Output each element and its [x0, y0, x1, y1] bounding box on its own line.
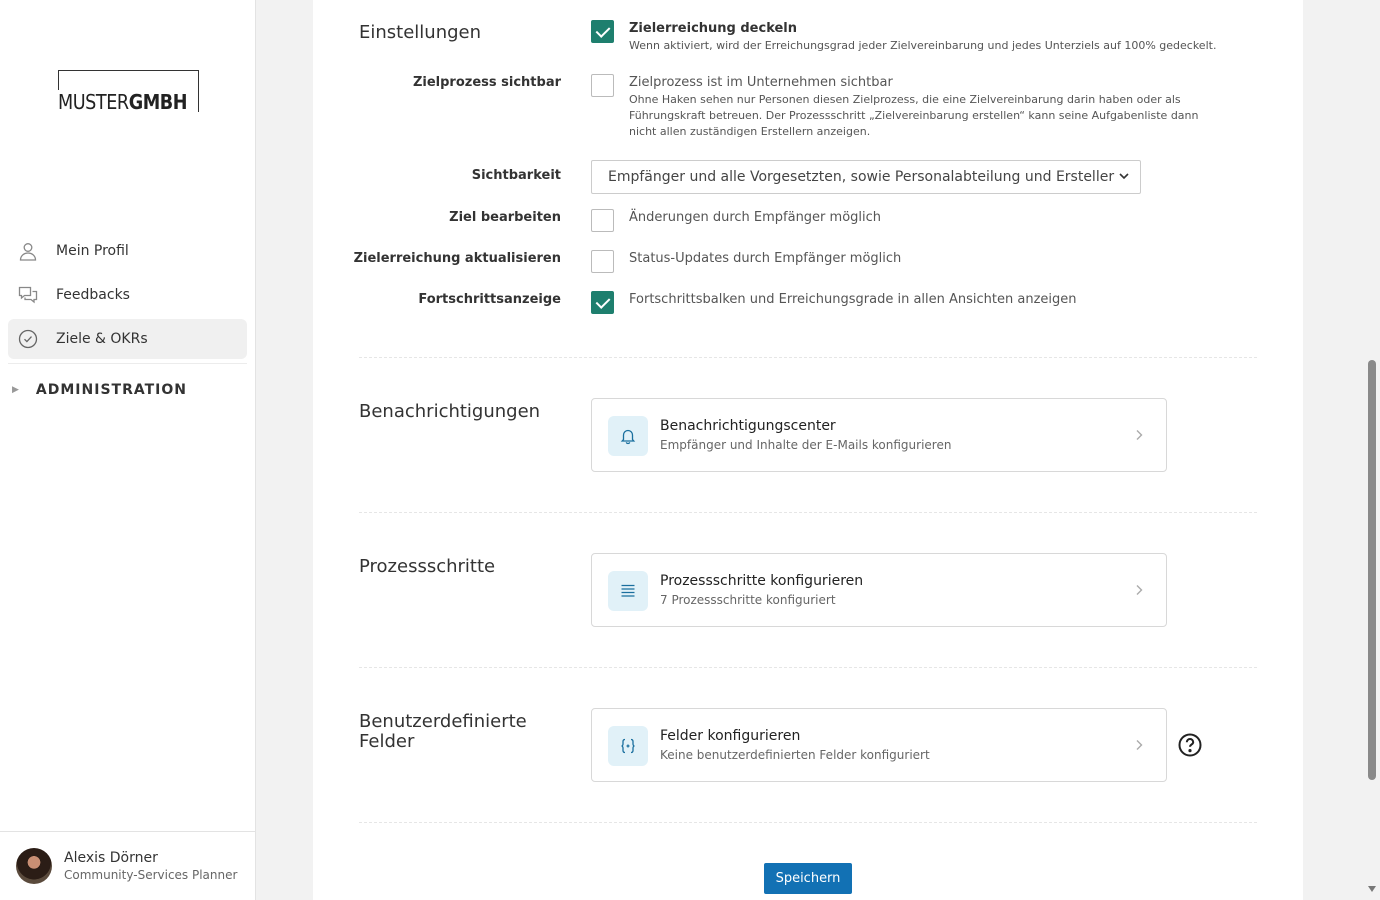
- sidebar-item-goals[interactable]: Ziele & OKRs: [8, 319, 247, 359]
- braces-icon: [608, 726, 648, 766]
- admin-label: ADMINISTRATION: [35, 382, 187, 398]
- logo-text-bold: GMBH: [128, 90, 188, 114]
- card-subtitle: 7 Prozessschritte konfiguriert: [660, 593, 836, 607]
- custom-fields-card[interactable]: Felder konfigurieren Keine benutzerdefin…: [591, 708, 1167, 782]
- nav-divider: [8, 363, 247, 364]
- section-title-settings: Einstellungen: [359, 22, 482, 43]
- visible-checkbox[interactable]: [591, 74, 614, 97]
- update-row-label: Zielerreichung aktualisieren: [353, 251, 561, 266]
- section-title-line: Benutzerdefinierte: [359, 711, 527, 732]
- company-logo[interactable]: MUSTERGMBH: [58, 70, 199, 114]
- card-subtitle: Keine benutzerdefinierten Felder konfigu…: [660, 748, 930, 762]
- bell-icon: [608, 416, 648, 456]
- section-title-line: Felder: [359, 731, 415, 752]
- chevron-right-icon: [1136, 740, 1143, 750]
- user-name: Alexis Dörner: [64, 850, 158, 866]
- check-circle-icon: [18, 329, 38, 349]
- section-divider: [359, 512, 1257, 513]
- chat-icon: [18, 286, 38, 304]
- card-title: Felder konfigurieren: [660, 728, 801, 744]
- sidebar-item-label: Mein Profil: [56, 243, 129, 259]
- card-subtitle: Empfänger und Inhalte der E-Mails konfig…: [660, 438, 952, 452]
- sidebar-item-label: Ziele & OKRs: [56, 331, 148, 347]
- section-title-notifications: Benachrichtigungen: [359, 401, 541, 422]
- sidebar: MUSTERGMBH Mein Profil Feedbacks Ziele &…: [0, 0, 256, 900]
- visible-row-label: Zielprozess sichtbar: [412, 75, 561, 90]
- chevron-down-icon: [1119, 173, 1129, 180]
- scroll-down-arrow-icon[interactable]: [1368, 886, 1376, 892]
- chevron-right-icon: [1136, 585, 1143, 595]
- progress-row-label: Fortschrittsanzeige: [418, 292, 561, 307]
- user-icon: [19, 243, 37, 261]
- page-scrollbar[interactable]: [1364, 0, 1380, 900]
- update-checkbox[interactable]: [591, 250, 614, 273]
- sidebar-item-administration[interactable]: ▶ ADMINISTRATION: [12, 382, 187, 398]
- update-label: Status-Updates durch Empfänger möglich: [629, 251, 902, 266]
- scrollbar-thumb[interactable]: [1368, 360, 1376, 780]
- visibility-row-label: Sichtbarkeit: [471, 168, 561, 183]
- edit-checkbox[interactable]: [591, 209, 614, 232]
- chevron-right-icon: [1136, 430, 1143, 440]
- sidebar-item-profile[interactable]: Mein Profil: [8, 231, 247, 271]
- help-icon[interactable]: [1178, 733, 1202, 757]
- main-nav: Mein Profil Feedbacks Ziele & OKRs: [8, 231, 247, 364]
- user-profile[interactable]: Alexis Dörner Community-Services Planner: [0, 831, 256, 900]
- settings-panel: Einstellungen Zielerreichung deckeln Wen…: [313, 0, 1303, 900]
- visible-description: Ohne Haken sehen nur Personen diesen Zie…: [629, 93, 1199, 138]
- card-title: Benachrichtigungscenter: [660, 418, 836, 434]
- sidebar-item-label: Feedbacks: [56, 287, 130, 303]
- section-divider: [359, 667, 1257, 668]
- edit-row-label: Ziel bearbeiten: [449, 210, 561, 225]
- visibility-select[interactable]: Empfänger und alle Vorgesetzten, sowie P…: [591, 160, 1141, 194]
- section-divider: [359, 357, 1257, 358]
- sidebar-item-feedbacks[interactable]: Feedbacks: [8, 275, 247, 315]
- list-icon: [608, 571, 648, 611]
- user-role: Community-Services Planner: [64, 868, 238, 882]
- cap-checkbox[interactable]: [591, 20, 614, 43]
- visibility-selected-value: Empfänger und alle Vorgesetzten, sowie P…: [608, 169, 1115, 185]
- triangle-right-icon: ▶: [12, 385, 20, 395]
- cap-label: Zielerreichung deckeln: [629, 21, 798, 36]
- section-title-custom-fields: Benutzerdefinierte Felder: [359, 712, 527, 752]
- save-button[interactable]: Speichern: [764, 863, 852, 894]
- cap-description: Wenn aktiviert, wird der Erreichungsgrad…: [629, 39, 1217, 52]
- avatar: [16, 848, 52, 884]
- notification-center-card[interactable]: Benachrichtigungscenter Empfänger und In…: [591, 398, 1167, 472]
- edit-label: Änderungen durch Empfänger möglich: [629, 210, 882, 225]
- logo-text-light: MUSTER: [58, 90, 129, 114]
- section-title-process-steps: Prozessschritte: [359, 556, 496, 577]
- visible-label: Zielprozess ist im Unternehmen sichtbar: [629, 75, 893, 90]
- progress-label: Fortschrittsbalken und Erreichungsgrade …: [629, 292, 1077, 307]
- progress-checkbox[interactable]: [591, 291, 614, 314]
- card-title: Prozessschritte konfigurieren: [660, 573, 864, 589]
- process-steps-card[interactable]: Prozessschritte konfigurieren 7 Prozesss…: [591, 553, 1167, 627]
- section-divider: [359, 822, 1257, 823]
